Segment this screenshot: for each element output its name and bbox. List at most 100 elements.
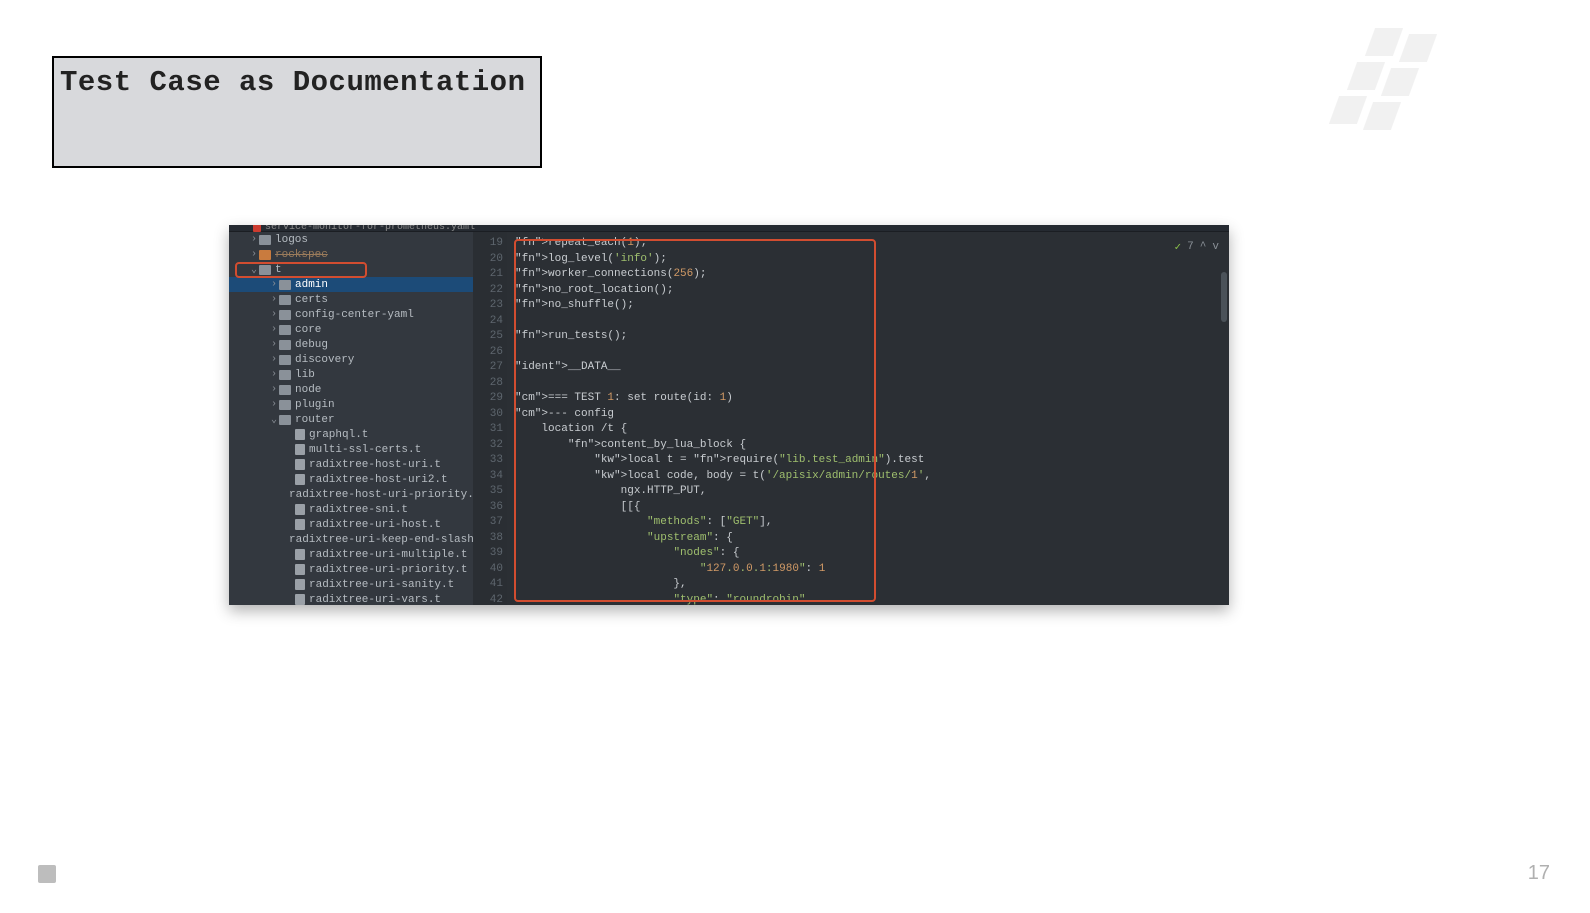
tree-file[interactable]: multi-ssl-certs.t bbox=[229, 442, 473, 457]
line-number: 26 bbox=[473, 345, 507, 361]
line-number: 31 bbox=[473, 422, 507, 438]
line-number: 32 bbox=[473, 438, 507, 454]
chevron-icon: ⌄ bbox=[269, 414, 279, 426]
code-line: "fn">no_shuffle(); bbox=[515, 298, 1229, 314]
scrollbar-thumb[interactable] bbox=[1221, 272, 1227, 322]
code-line: [[{ bbox=[515, 500, 1229, 516]
code-line: "upstream": { bbox=[515, 531, 1229, 547]
tree-file[interactable]: radixtree-uri-host.t bbox=[229, 517, 473, 532]
code-line: "cm">=== TEST 1: set route(id: 1) bbox=[515, 391, 1229, 407]
checkmark-icon: ✓ bbox=[1175, 240, 1182, 254]
editor-status-indicators: ✓ 7 ^ v bbox=[1175, 240, 1219, 254]
tree-file[interactable]: radixtree-uri-keep-end-slash.t bbox=[229, 532, 473, 547]
tree-item-label: radixtree-sni.t bbox=[309, 504, 408, 516]
tab-modified-icon bbox=[253, 225, 261, 232]
tree-folder[interactable]: ›lib bbox=[229, 367, 473, 382]
code-content: "fn">repeat_each(1);"fn">log_level('info… bbox=[507, 232, 1229, 605]
file-icon bbox=[295, 594, 305, 605]
line-number: 23 bbox=[473, 298, 507, 314]
page-number: 17 bbox=[1528, 862, 1550, 885]
tree-item-label: multi-ssl-certs.t bbox=[309, 444, 421, 456]
tree-item-label: core bbox=[295, 324, 321, 336]
tree-item-label: admin bbox=[295, 279, 328, 291]
tree-item-label: router bbox=[295, 414, 335, 426]
file-tree: › logos›rockspec⌄t › admin›certs›config-cen… bbox=[229, 232, 473, 605]
tree-file[interactable]: radixtree-sni.t bbox=[229, 502, 473, 517]
tree-file[interactable]: radixtree-host-uri2.t bbox=[229, 472, 473, 487]
tree-folder[interactable]: › logos bbox=[229, 232, 473, 247]
tree-file[interactable]: radixtree-uri-multiple.t bbox=[229, 547, 473, 562]
tree-folder[interactable]: ⌄t bbox=[229, 262, 473, 277]
folder-icon bbox=[259, 265, 271, 275]
file-icon bbox=[295, 504, 305, 515]
tree-file[interactable]: radixtree-host-uri.t bbox=[229, 457, 473, 472]
chevron-icon: › bbox=[269, 294, 279, 305]
code-line bbox=[515, 314, 1229, 330]
line-number: 21 bbox=[473, 267, 507, 283]
line-number: 41 bbox=[473, 577, 507, 593]
tree-item-label: graphql.t bbox=[309, 429, 368, 441]
file-icon bbox=[295, 579, 305, 590]
footer-logo-icon bbox=[38, 865, 56, 883]
tree-folder[interactable]: › core bbox=[229, 322, 473, 337]
tree-folder[interactable]: ⌄ router bbox=[229, 412, 473, 427]
line-number: 30 bbox=[473, 407, 507, 423]
tree-folder[interactable]: › discovery bbox=[229, 352, 473, 367]
code-line bbox=[515, 376, 1229, 392]
tree-file[interactable]: radixtree-uri-priority.t bbox=[229, 562, 473, 577]
line-number: 36 bbox=[473, 500, 507, 516]
code-line: ngx.HTTP_PUT, bbox=[515, 484, 1229, 500]
tree-file[interactable]: radixtree-uri-sanity.t bbox=[229, 577, 473, 592]
tree-item-label: discovery bbox=[295, 354, 354, 366]
tree-file[interactable]: radixtree-host-uri-priority.t bbox=[229, 487, 473, 502]
folder-icon bbox=[279, 310, 291, 320]
chevron-icon: › bbox=[269, 384, 279, 395]
file-icon bbox=[295, 519, 305, 530]
line-number: 33 bbox=[473, 453, 507, 469]
code-line: "fn">repeat_each(1); bbox=[515, 236, 1229, 252]
tree-folder[interactable]: ›node bbox=[229, 382, 473, 397]
tree-folder[interactable]: ›config-center-yaml bbox=[229, 307, 473, 322]
folder-icon bbox=[279, 280, 291, 290]
chevron-icon: › bbox=[269, 369, 279, 380]
file-icon bbox=[295, 444, 305, 455]
tree-folder[interactable]: ›rockspec bbox=[229, 247, 473, 262]
line-number: 40 bbox=[473, 562, 507, 578]
code-area: 1920212223242526272829303132333435363738… bbox=[473, 232, 1229, 605]
folder-icon bbox=[279, 400, 291, 410]
chevron-icon: › bbox=[269, 354, 279, 365]
code-line: "fn">worker_connections(256); bbox=[515, 267, 1229, 283]
slide-title-box: Test Case as Documentation bbox=[52, 56, 542, 168]
caret-down-icon: v bbox=[1212, 241, 1219, 253]
line-number: 28 bbox=[473, 376, 507, 392]
line-number: 39 bbox=[473, 546, 507, 562]
chevron-icon: › bbox=[269, 279, 279, 290]
tree-folder[interactable]: › admin bbox=[229, 277, 473, 292]
tree-item-label: radixtree-host-uri2.t bbox=[309, 474, 448, 486]
line-number-gutter: 1920212223242526272829303132333435363738… bbox=[473, 232, 507, 605]
brand-logo bbox=[1310, 28, 1440, 138]
line-number: 37 bbox=[473, 515, 507, 531]
code-line: "cm">--- config bbox=[515, 407, 1229, 423]
tree-folder[interactable]: ›debug bbox=[229, 337, 473, 352]
line-number: 24 bbox=[473, 314, 507, 330]
code-line: location /t { bbox=[515, 422, 1229, 438]
folder-icon bbox=[279, 295, 291, 305]
tree-item-label: radixtree-uri-priority.t bbox=[309, 564, 467, 576]
tree-item-label: debug bbox=[295, 339, 328, 351]
tree-folder[interactable]: ›plugin bbox=[229, 397, 473, 412]
tree-file[interactable]: graphql.t bbox=[229, 427, 473, 442]
folder-icon bbox=[259, 235, 271, 245]
line-number: 38 bbox=[473, 531, 507, 547]
tree-folder[interactable]: ›certs bbox=[229, 292, 473, 307]
tree-file[interactable]: radixtree-uri-vars.t bbox=[229, 592, 473, 605]
code-line: "type": "roundrobin" bbox=[515, 593, 1229, 606]
tree-item-label: logos bbox=[275, 234, 308, 246]
chevron-icon: › bbox=[249, 234, 259, 245]
line-number: 34 bbox=[473, 469, 507, 485]
line-number: 25 bbox=[473, 329, 507, 345]
folder-icon bbox=[279, 415, 291, 425]
chevron-icon: › bbox=[269, 324, 279, 335]
file-icon bbox=[295, 474, 305, 485]
editor-body: › logos›rockspec⌄t › admin›certs›config-cen… bbox=[229, 232, 1229, 605]
